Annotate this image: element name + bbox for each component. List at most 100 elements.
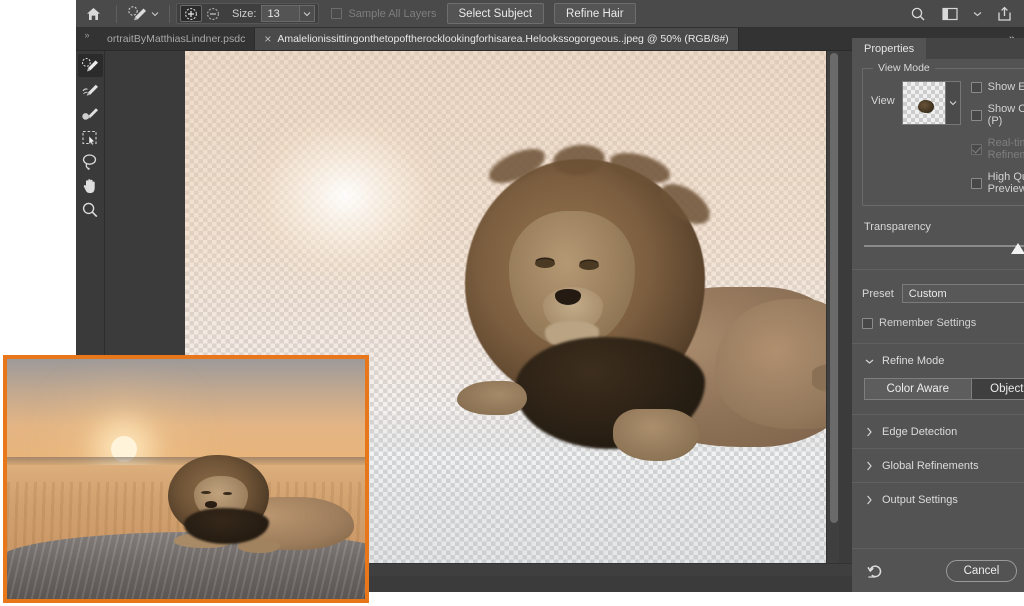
chevron-down-icon (862, 358, 876, 365)
show-edge-label: Show Edge (J) (987, 81, 1024, 93)
original-photo-overlay[interactable] (3, 355, 369, 603)
output-settings-title: Output Settings (882, 493, 958, 506)
sidebar-item-zoom-tool[interactable] (78, 198, 103, 221)
remember-settings-checkbox[interactable] (862, 317, 873, 329)
close-icon[interactable]: × (264, 33, 271, 45)
reset-undo-icon (866, 563, 884, 579)
show-original-label: Show Original (P) (987, 103, 1024, 127)
real-time-refinement-checkbox (970, 143, 982, 155)
selected-lion-subject (457, 141, 839, 549)
sidebar-item-refine-edge-brush-tool[interactable] (78, 78, 103, 101)
section-global-refinements[interactable]: Global Refinements (852, 448, 1024, 482)
sidebar-item-quick-selection-tool[interactable] (77, 54, 103, 77)
show-original-checkbox[interactable] (970, 109, 982, 121)
add-to-selection-button[interactable] (180, 5, 202, 22)
real-time-refinement-label: Real-time Refinement (987, 137, 1024, 161)
preset-label: Preset (862, 287, 894, 300)
home-button[interactable] (76, 0, 110, 28)
color-aware-button[interactable]: Color Aware (864, 378, 972, 400)
section-output-settings[interactable]: Output Settings (852, 482, 1024, 516)
brush-size-field[interactable]: 13 (261, 5, 316, 22)
slider-handle[interactable] (1011, 243, 1024, 254)
view-mode-dropdown[interactable] (901, 81, 961, 125)
lion-front-paw (613, 409, 699, 461)
overlay-lion (165, 455, 358, 561)
sidebar-item-lasso-tool[interactable] (78, 150, 103, 173)
sample-all-layers-row[interactable]: Sample All Layers (331, 7, 437, 20)
chevron-down-icon[interactable] (151, 11, 159, 17)
view-label: View (871, 95, 895, 107)
search-icon[interactable] (908, 4, 928, 24)
reset-button[interactable] (864, 560, 886, 582)
options-bar: Size: 13 Sample All Layers Select Subjec… (76, 0, 1024, 28)
tab-properties[interactable]: Properties (852, 38, 927, 59)
canvas-vertical-scrollbar[interactable] (826, 51, 839, 563)
real-time-refinement-row: Real-time Refinement (970, 137, 1024, 161)
divider (116, 4, 117, 23)
document-tab-inactive[interactable]: ortraitByMatthiasLindner.psdc (98, 28, 256, 50)
chevron-down-icon[interactable] (299, 6, 315, 21)
high-quality-preview-label: High Quality Preview (987, 171, 1024, 195)
subtract-from-selection-button[interactable] (202, 5, 224, 22)
show-original-row[interactable]: Show Original (P) (970, 103, 1024, 127)
chevron-right-icon (862, 495, 876, 505)
home-icon (86, 7, 101, 21)
select-subject-button[interactable]: Select Subject (446, 3, 545, 24)
divider (169, 4, 170, 23)
transparency-slider[interactable] (864, 243, 1024, 257)
screen-root: Size: 13 Sample All Layers Select Subjec… (0, 0, 1024, 606)
refine-mode-title: Refine Mode (882, 355, 945, 367)
overlay-lion-eye-left (201, 490, 211, 495)
view-mode-title: View Mode (873, 62, 935, 74)
share-export-icon[interactable] (994, 4, 1014, 24)
quick-selection-brush-icon (127, 5, 149, 23)
scrollbar-thumb[interactable] (829, 53, 838, 523)
workspace-layout-icon[interactable] (940, 4, 960, 24)
view-mode-thumbnail[interactable] (901, 81, 946, 125)
sidebar-item-brush-tool[interactable] (78, 102, 103, 125)
current-tool-button[interactable] (123, 0, 163, 28)
refine-mode-segmented-control: Color Aware Object Aware (864, 378, 1024, 400)
tabbar-expand-icon[interactable]: » (76, 28, 98, 50)
high-quality-preview-checkbox[interactable] (970, 177, 982, 189)
options-bar-right-group (908, 4, 1024, 24)
preset-select[interactable]: Custom (901, 284, 1024, 303)
refine-edge-brush-icon (81, 81, 100, 99)
transparency-label: Transparency (864, 220, 931, 233)
show-edge-checkbox[interactable] (970, 81, 982, 93)
hand-icon (81, 177, 99, 195)
view-mode-group: View Mode View Show E Show O (P) Real-ti… (862, 62, 1024, 206)
sidebar-item-hand-tool[interactable] (78, 174, 103, 197)
edge-detection-title: Edge Detection (882, 425, 958, 438)
chevron-down-icon[interactable] (945, 81, 961, 125)
remember-settings-label: Remember Settings (879, 317, 977, 329)
properties-panel-body: View Mode View Show E Show O (P) Real-ti… (852, 59, 1024, 562)
sample-all-layers-label: Sample All Layers (348, 7, 437, 20)
document-tab-label: Amalelionissittingonthetopoftherocklooki… (277, 33, 729, 45)
brush-icon (81, 105, 100, 123)
chevron-right-icon (862, 461, 876, 471)
overlay-sky (7, 359, 365, 467)
quick-selection-brush-icon (81, 57, 100, 75)
properties-panel: Properties View Mode View Show E Show O … (852, 38, 1024, 592)
section-refine-mode[interactable]: Refine Mode (852, 344, 1024, 378)
section-edge-detection[interactable]: Edge Detection (852, 414, 1024, 448)
subtract-from-selection-icon (206, 7, 220, 21)
remember-settings-row[interactable]: Remember Settings (862, 317, 1024, 329)
sidebar-item-object-selection-tool[interactable] (78, 126, 103, 149)
sample-all-layers-checkbox[interactable] (331, 8, 343, 19)
transparency-control: Transparency 72% (864, 219, 1024, 257)
add-to-selection-icon (184, 7, 198, 21)
chevron-down-icon[interactable] (972, 4, 982, 24)
cancel-button[interactable]: Cancel (945, 559, 1018, 582)
high-quality-preview-row[interactable]: High Quality Preview (970, 171, 1024, 195)
brush-mode-group: Size: 13 (176, 3, 320, 24)
global-refinements-title: Global Refinements (882, 459, 979, 472)
refine-hair-button[interactable]: Refine Hair (554, 3, 636, 24)
object-aware-button[interactable]: Object Aware (971, 378, 1024, 400)
document-tab-active[interactable]: × Amalelionissittingonthetopoftherockloo… (255, 28, 739, 50)
onion-skin-sun-glow (245, 111, 445, 281)
show-edge-row[interactable]: Show Edge (J) (970, 81, 1024, 93)
lion-eye-right (579, 261, 599, 270)
document-tab-label: ortraitByMatthiasLindner.psdc (107, 33, 246, 45)
